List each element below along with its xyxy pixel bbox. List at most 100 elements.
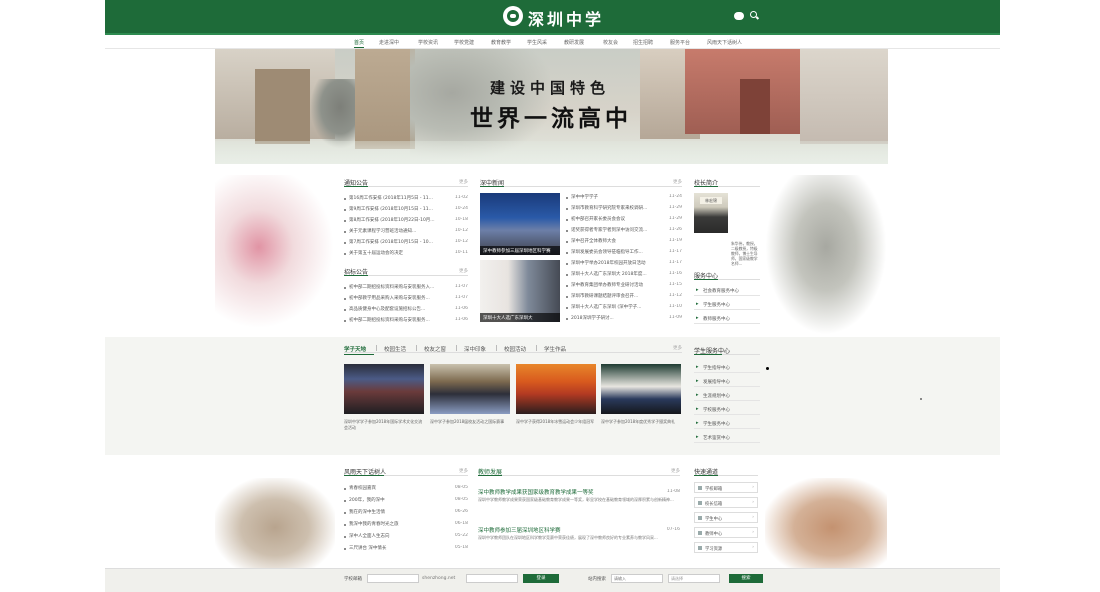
notice-item[interactable]: 关于元素课程学习营班活动通知... 10-12 bbox=[344, 228, 468, 236]
tender-item[interactable]: 初中部教学用品采购入采购与安装服务... 11-07 bbox=[344, 295, 468, 303]
notice-item[interactable]: 第9周工作安排 (2018年10月15日 - 11... 10-24 bbox=[344, 206, 468, 214]
notice-item[interactable]: 第7周工作安排 (2018年10月15日 - 10... 10-12 bbox=[344, 239, 468, 247]
tab-campus-life[interactable]: 校园生活 bbox=[384, 345, 406, 353]
notice-item[interactable]: 第16周工作安排 (2018年11月5日 - 11... 11-02 bbox=[344, 195, 468, 203]
alumni-header: 风雨天下话树人 更多 bbox=[344, 466, 468, 476]
quick-link-principal-mail[interactable]: 校长信箱 › bbox=[694, 497, 758, 508]
principal-intro[interactable]: 朱华伟，教授，二级教授，特级教师，博士生导师，国家级教学名师... bbox=[731, 241, 761, 266]
footer-password-input[interactable] bbox=[466, 574, 518, 583]
service-item[interactable]: ▸ 教师服务中心 bbox=[694, 312, 760, 324]
nav-about[interactable]: 走进深中 bbox=[379, 39, 399, 46]
alumni-item[interactable]: 200年，我的深中 08-05 bbox=[344, 497, 468, 505]
alumni-more-link[interactable]: 更多 bbox=[459, 468, 468, 474]
nav-party[interactable]: 学校党建 bbox=[454, 39, 474, 46]
news-item[interactable]: 深圳十大人选广东深圳大 2018年度... 11-16 bbox=[566, 271, 682, 279]
news-item[interactable]: 深圳市教育科学研究院专家来校调研... 11-29 bbox=[566, 205, 682, 213]
tab-thumb-2-caption[interactable]: 深中学子参加2018届校友活动之国际赛事 bbox=[430, 419, 510, 425]
news-item[interactable]: 深圳市教研课题结题评审会召开... 11-12 bbox=[566, 293, 682, 301]
news-item[interactable]: 诺奖获得者专家学者到深中访问交流... 11-26 bbox=[566, 227, 682, 235]
nav-students[interactable]: 学生风采 bbox=[527, 39, 547, 46]
nav-talk[interactable]: 风雨天下话树人 bbox=[707, 39, 742, 46]
notice-item[interactable]: 第8周工作安排 (2018年10月22日-10月... 10-18 bbox=[344, 217, 468, 225]
news-item[interactable]: 2018深圳学子研讨... 11-09 bbox=[566, 315, 682, 323]
news-more-link[interactable]: 更多 bbox=[673, 179, 682, 185]
tab-students[interactable]: 学子天地 bbox=[344, 345, 366, 353]
tab-thumb-3-caption[interactable]: 深中学子获得2018年冰雪运动会少年组冠军 bbox=[516, 419, 596, 425]
tab-impression[interactable]: 深中印象 bbox=[464, 345, 486, 353]
alumni-item[interactable]: 深中人全面人生志向 05-22 bbox=[344, 533, 468, 541]
nav-alumni[interactable]: 校友会 bbox=[603, 39, 618, 46]
alumni-item[interactable]: 三尺讲台 深中情长 05-18 bbox=[344, 545, 468, 553]
quick-link-mail[interactable]: 学校邮箱 › bbox=[694, 482, 758, 493]
tender-item[interactable]: 初中部二期招投标资料采购与安装服务... 11-06 bbox=[344, 317, 468, 325]
tab-thumb-4[interactable] bbox=[601, 364, 681, 414]
service-item[interactable]: ▸ 学生服务中心 bbox=[694, 298, 760, 310]
footer-search-input[interactable] bbox=[611, 574, 663, 583]
footer-bar: 学校邮箱 shenzhong.net 登录 站内搜索 请选择 搜索 bbox=[105, 568, 1000, 592]
news-photo-1[interactable]: 深中教师参加三届深圳地区科学赛 bbox=[480, 193, 560, 255]
nav-home[interactable]: 首页 bbox=[354, 39, 365, 48]
tender-item[interactable]: 初中部二期招投标资料采购与安装服务入... 11-07 bbox=[344, 284, 468, 292]
footer-login-button[interactable]: 登录 bbox=[523, 574, 559, 583]
tender-item[interactable]: 高品质健身中心及配套设施招标公告... 11-06 bbox=[344, 306, 468, 314]
site-title[interactable]: 深圳中学 bbox=[528, 6, 604, 30]
nav-teaching[interactable]: 教育教学 bbox=[491, 39, 511, 46]
notice-item[interactable]: 关于第五十届运动会的决定 10-11 bbox=[344, 250, 468, 258]
tab-activities[interactable]: 校园活动 bbox=[504, 345, 526, 353]
news-item[interactable]: 深圳中学举办2018年校园开放日活动 11-17 bbox=[566, 260, 682, 268]
tab-alumni-window[interactable]: 校友之窗 bbox=[424, 345, 446, 353]
tenders-header: 招标公告 更多 bbox=[344, 266, 468, 276]
tab-thumb-1-caption[interactable]: 深圳中学学子参加2018年国际学术文化交流会活动 bbox=[344, 419, 424, 430]
footer-search-label: 站内搜索 bbox=[588, 577, 606, 582]
banner-gate bbox=[355, 49, 415, 149]
tab-thumb-2[interactable] bbox=[430, 364, 510, 414]
nav-news[interactable]: 学校资讯 bbox=[418, 39, 438, 46]
footer-search-button[interactable]: 搜索 bbox=[729, 574, 763, 583]
news-photo-2[interactable]: 深圳十大人选广东深圳大 bbox=[480, 260, 560, 322]
nav-research[interactable]: 教研发展 bbox=[564, 39, 584, 46]
footer-email-domain: shenzhong.net bbox=[422, 576, 456, 581]
school-logo-icon[interactable] bbox=[503, 6, 523, 26]
tabs-more-link[interactable]: 更多 bbox=[673, 345, 682, 351]
tab-thumb-1[interactable] bbox=[344, 364, 424, 414]
tab-thumb-4-caption[interactable]: 深中学子参加2018年度优秀学子颁奖典礼 bbox=[601, 419, 681, 425]
nav-services[interactable]: 服务平台 bbox=[670, 39, 690, 46]
student-service-item[interactable]: ▸ 学生服务中心 bbox=[694, 417, 760, 429]
bullet-icon bbox=[344, 252, 346, 255]
alumni-item[interactable]: 我深中我的青春时光之旅 06-18 bbox=[344, 521, 468, 529]
news-item[interactable]: 深圳十大人选广东深圳 (深中学子... 11-10 bbox=[566, 304, 682, 312]
teaching-news-1-title[interactable]: 深中教师教学成果获国家级教育教学成果一等奖 bbox=[478, 488, 594, 496]
student-service-item[interactable]: ▸ 学生指导中心 bbox=[694, 361, 760, 373]
notices-more-link[interactable]: 更多 bbox=[459, 179, 468, 185]
principal-photo[interactable]: 林宏锦 bbox=[694, 193, 728, 233]
student-service-item[interactable]: ▸ 学校服务中心 bbox=[694, 403, 760, 415]
student-service-item[interactable]: ▸ 艺术鉴赏中心 bbox=[694, 431, 760, 443]
tab-works[interactable]: 学生作品 bbox=[544, 345, 566, 353]
news-item[interactable]: 初中部召开家长委员会会议 11-29 bbox=[566, 216, 682, 224]
decor-statue-image bbox=[765, 175, 887, 335]
news-item[interactable]: 深中中学学子 11-24 bbox=[566, 194, 682, 202]
footer-email-input[interactable] bbox=[367, 574, 419, 583]
tenders-more-link[interactable]: 更多 bbox=[459, 268, 468, 274]
teaching-more-link[interactable]: 更多 bbox=[671, 468, 680, 474]
bullet-icon bbox=[566, 196, 568, 199]
student-service-item[interactable]: ▸ 发展指导中心 bbox=[694, 375, 760, 387]
service-item[interactable]: ▸ 社会教育服务中心 bbox=[694, 284, 760, 296]
alumni-item[interactable]: 青春校园嘉宾 08-05 bbox=[344, 485, 468, 493]
news-item[interactable]: 深中召开全体教师大会 11-19 bbox=[566, 238, 682, 246]
chevron-right-icon: › bbox=[752, 515, 754, 520]
news-item[interactable]: 深中教育集团举办教师专业研讨活动 11-15 bbox=[566, 282, 682, 290]
tab-thumb-3[interactable] bbox=[516, 364, 596, 414]
nav-recruit[interactable]: 招生招聘 bbox=[633, 39, 653, 46]
services-underline bbox=[694, 279, 718, 280]
footer-search-select[interactable]: 请选择 bbox=[668, 574, 720, 583]
alumni-item[interactable]: 我在的深中生活情 06-26 bbox=[344, 509, 468, 517]
quick-link-resources[interactable]: 学习资源 › bbox=[694, 542, 758, 553]
news-item[interactable]: 深圳发展委员会领导莅临指导工作... 11-17 bbox=[566, 249, 682, 257]
teaching-news-2-title[interactable]: 深中教师参加三届深圳地区科学赛 bbox=[478, 526, 561, 534]
quick-link-students[interactable]: 学生中心 › bbox=[694, 512, 758, 523]
student-service-item[interactable]: ▸ 生涯规划中心 bbox=[694, 389, 760, 401]
quick-link-teachers[interactable]: 教师中心 › bbox=[694, 527, 758, 538]
search-icon[interactable] bbox=[750, 11, 757, 18]
wechat-icon[interactable] bbox=[734, 12, 744, 20]
